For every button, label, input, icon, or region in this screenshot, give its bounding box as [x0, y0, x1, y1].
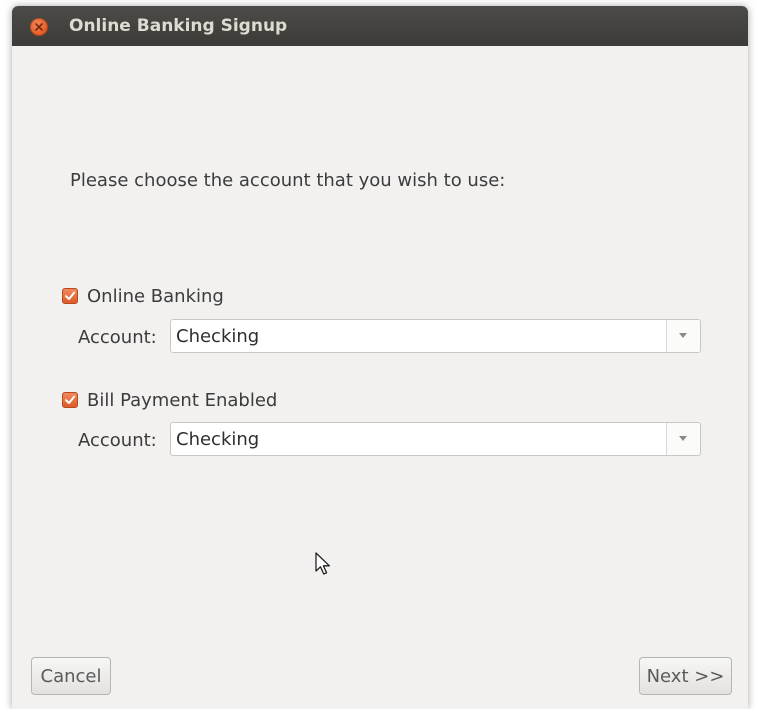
online-banking-account-value: Checking	[176, 326, 260, 347]
window-title: Online Banking Signup	[69, 16, 288, 36]
online-banking-option[interactable]: Online Banking	[62, 284, 224, 308]
bill-payment-label: Bill Payment Enabled	[87, 389, 278, 411]
close-button[interactable]	[30, 18, 48, 36]
online-banking-account-label: Account:	[78, 327, 157, 348]
mouse-pointer-icon	[315, 552, 331, 575]
signup-dialog: Online Banking Signup Please choose the …	[12, 6, 748, 709]
close-icon	[35, 23, 43, 31]
bill-payment-dropdown-button[interactable]	[666, 423, 700, 455]
instruction-text: Please choose the account that you wish …	[70, 170, 506, 191]
title-bar: Online Banking Signup	[12, 6, 748, 46]
online-banking-checkbox[interactable]	[62, 288, 78, 304]
bill-payment-account-value: Checking	[176, 429, 260, 450]
bill-payment-account-label: Account:	[78, 430, 157, 451]
cancel-button[interactable]: Cancel	[31, 657, 111, 695]
checkmark-icon	[65, 395, 76, 404]
chevron-down-icon	[679, 436, 687, 441]
bill-payment-checkbox[interactable]	[62, 392, 78, 408]
online-banking-account-select[interactable]: Checking	[170, 319, 701, 353]
online-banking-dropdown-button[interactable]	[666, 320, 700, 352]
online-banking-label: Online Banking	[87, 285, 224, 307]
checkmark-icon	[65, 291, 76, 300]
chevron-down-icon	[679, 333, 687, 338]
bill-payment-account-select[interactable]: Checking	[170, 422, 701, 456]
bill-payment-option[interactable]: Bill Payment Enabled	[62, 388, 277, 412]
next-button[interactable]: Next >>	[639, 657, 732, 695]
